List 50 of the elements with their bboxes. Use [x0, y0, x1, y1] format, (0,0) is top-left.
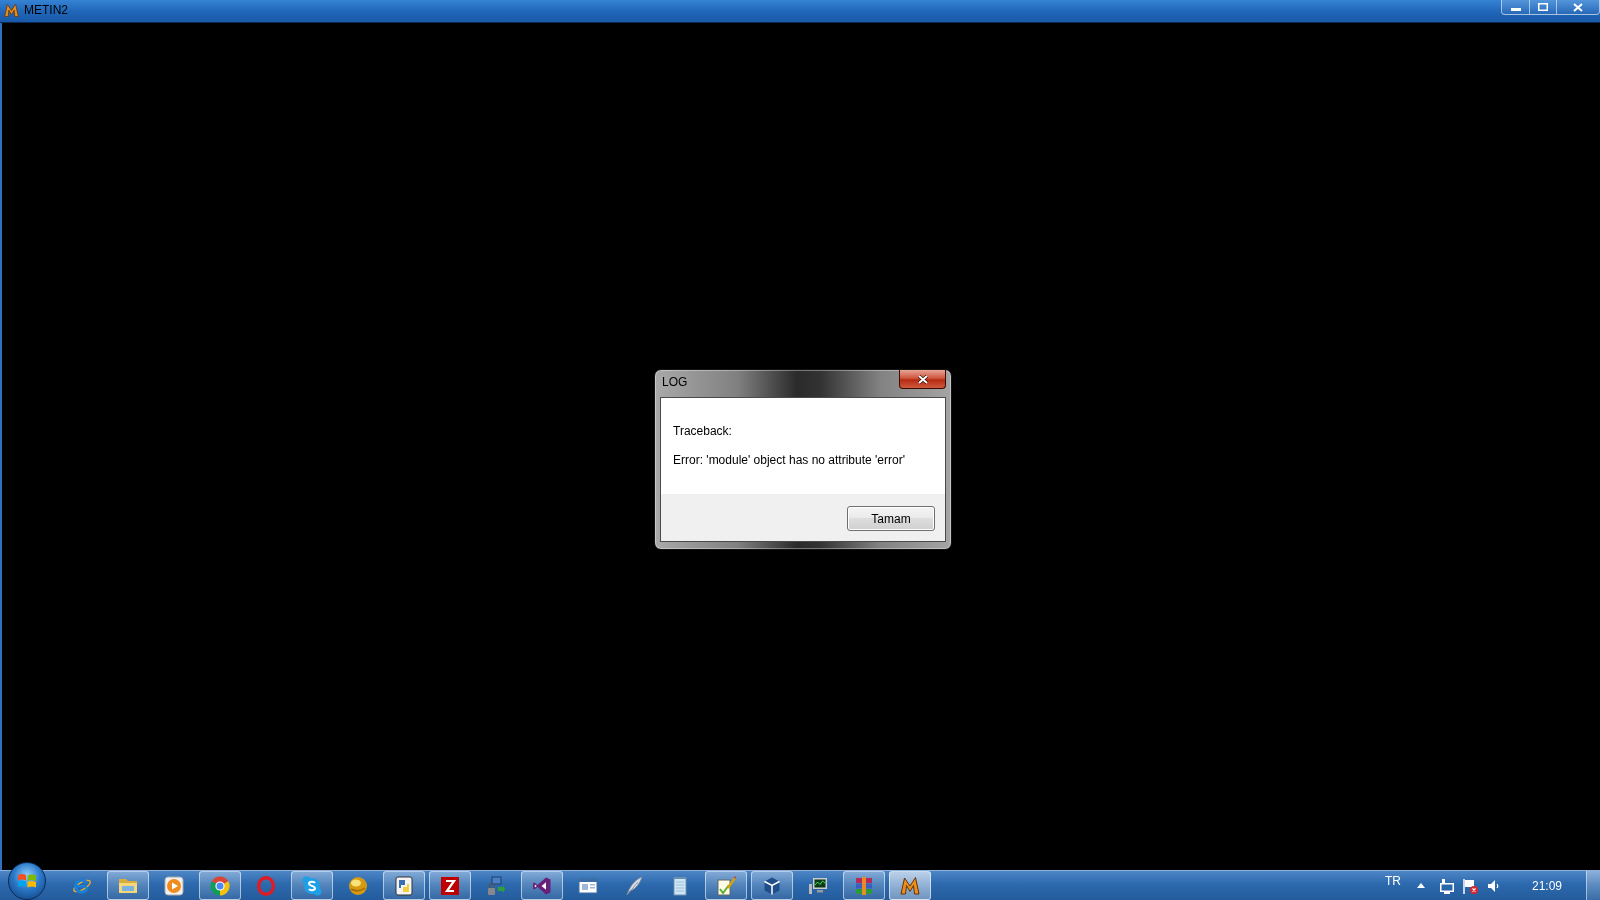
network-monitor-icon — [1438, 877, 1455, 894]
taskbar-button[interactable] — [843, 871, 885, 900]
books-icon — [854, 875, 874, 896]
ring-icon — [256, 875, 276, 896]
feather-icon — [624, 875, 644, 896]
taskbar-button[interactable] — [429, 871, 471, 900]
window-icon — [578, 875, 598, 896]
taskbar-button[interactable] — [521, 871, 563, 900]
minimize-icon — [1510, 8, 1521, 11]
language-indicator[interactable]: TR — [1384, 874, 1401, 888]
start-button[interactable] — [8, 862, 46, 900]
network-lock-icon — [486, 875, 506, 896]
taskbar-button[interactable] — [199, 871, 241, 900]
close-button[interactable] — [1557, 0, 1600, 15]
taskbar-button[interactable] — [751, 871, 793, 900]
emblem-icon — [4, 3, 19, 18]
caret-up-icon — [1416, 883, 1425, 888]
zigzag-tile-icon — [440, 875, 460, 896]
dialog-close-button[interactable] — [899, 370, 946, 389]
close-icon — [1573, 2, 1583, 12]
script-icon — [394, 875, 414, 896]
message-line: Error: 'module' object has no attribute 'error' — [673, 452, 905, 468]
taskbar-button[interactable] — [291, 871, 333, 900]
clock[interactable]: 21:09 — [1531, 878, 1562, 893]
sphere-icon — [348, 875, 368, 896]
window-title: METIN2 — [24, 3, 68, 18]
show-desktop-button[interactable] — [1586, 871, 1600, 900]
minimize-button[interactable] — [1501, 0, 1530, 15]
speaker-icon — [1486, 878, 1499, 893]
taskbar-button[interactable] — [383, 871, 425, 900]
close-icon — [916, 373, 929, 385]
monitor-chart-icon — [808, 875, 828, 896]
ok-button[interactable]: Tamam — [847, 506, 935, 531]
maximize-icon — [1538, 3, 1548, 11]
play-icon — [164, 875, 184, 896]
message-line: Traceback: — [673, 423, 732, 439]
maximize-button[interactable] — [1530, 0, 1557, 15]
four-pane-logo-icon — [17, 872, 37, 890]
notepad-icon — [670, 875, 690, 896]
dialog-title: LOG — [662, 375, 688, 389]
notepad-pencil-icon — [716, 875, 736, 896]
cloud-logo-icon — [302, 875, 322, 896]
taskbar-button[interactable] — [705, 871, 747, 900]
emblem-icon — [900, 875, 920, 896]
flag-error-icon — [1461, 877, 1478, 894]
cube-icon — [762, 875, 782, 896]
taskbar-button[interactable] — [889, 871, 931, 900]
segmented-circle-icon — [210, 875, 230, 896]
ribbon-logo-icon — [532, 875, 552, 896]
taskbar-button[interactable] — [107, 871, 149, 900]
